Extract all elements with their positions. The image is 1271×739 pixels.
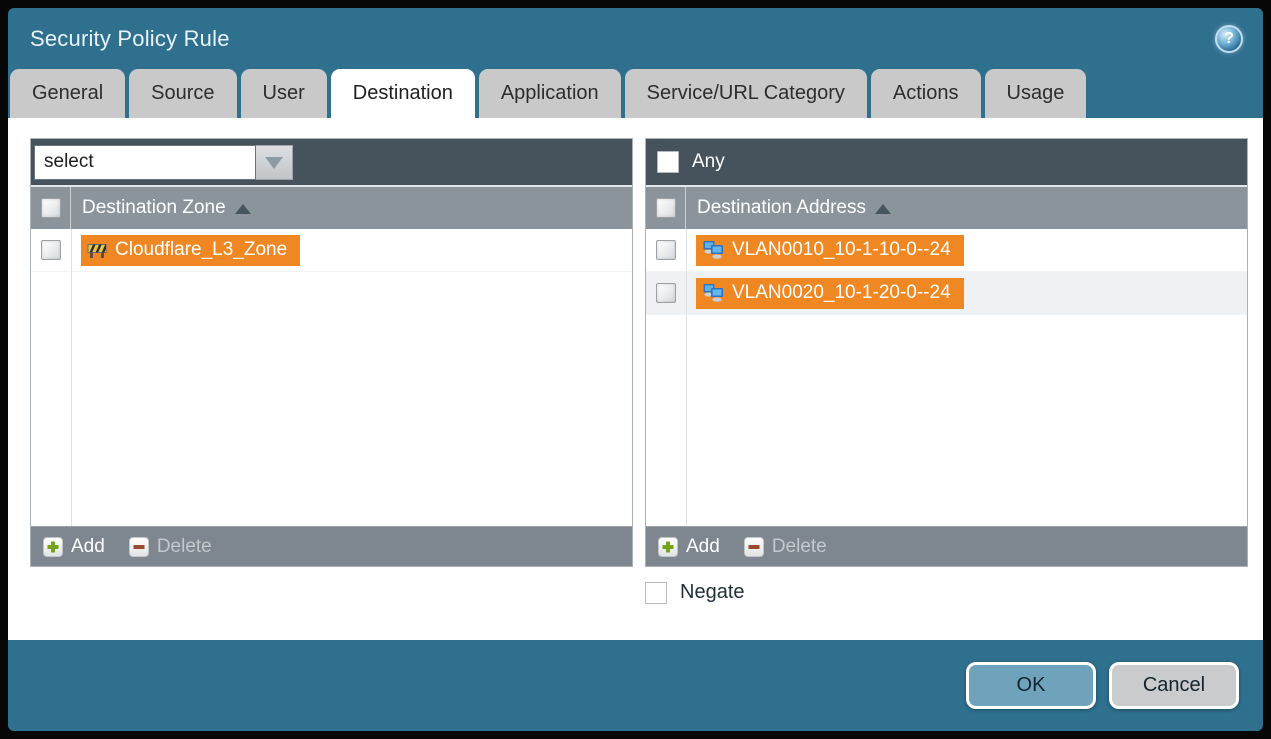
zone-row-checkbox[interactable]: [41, 240, 61, 260]
chevron-down-icon: [265, 157, 283, 178]
table-row: VLAN0020_10-1-20-0--24: [646, 272, 1247, 315]
negate-label: Negate: [680, 581, 745, 604]
destination-tab-content: select Destination Zone: [8, 118, 1263, 640]
tab-general[interactable]: General: [10, 69, 125, 118]
address-footer-toolbar: Add Delete: [646, 526, 1247, 566]
zone-select-all-checkbox[interactable]: [41, 198, 61, 218]
address-entry[interactable]: VLAN0020_10-1-20-0--24: [696, 278, 964, 309]
address-column-header: Destination Address: [646, 185, 1247, 229]
zone-select-input[interactable]: select: [34, 145, 256, 180]
ok-button[interactable]: OK: [966, 662, 1096, 709]
cancel-button[interactable]: Cancel: [1109, 662, 1239, 709]
tab-actions[interactable]: Actions: [871, 69, 981, 118]
negate-row: Negate: [645, 581, 745, 604]
zone-select-dropdown-button[interactable]: [256, 145, 293, 180]
zone-rows: Cloudflare_L3_Zone: [31, 229, 632, 526]
tab-service-url-category[interactable]: Service/URL Category: [625, 69, 867, 118]
zone-column-header: Destination Zone: [31, 185, 632, 229]
any-label: Any: [692, 151, 725, 173]
any-checkbox[interactable]: [657, 151, 679, 173]
zone-icon: [87, 241, 107, 259]
table-row: VLAN0010_10-1-10-0--24: [646, 229, 1247, 272]
table-row: Cloudflare_L3_Zone: [31, 229, 632, 272]
address-column-title[interactable]: Destination Address: [686, 197, 891, 219]
help-icon[interactable]: ?: [1215, 25, 1243, 53]
address-entry[interactable]: VLAN0010_10-1-10-0--24: [696, 235, 964, 266]
address-add-button[interactable]: Add: [658, 536, 720, 558]
tab-application[interactable]: Application: [479, 69, 621, 118]
dialog-title: Security Policy Rule: [30, 26, 230, 52]
zone-footer-toolbar: Add Delete: [31, 526, 632, 566]
address-delete-button[interactable]: Delete: [744, 536, 827, 558]
tab-source[interactable]: Source: [129, 69, 236, 118]
network-icon: [702, 283, 724, 303]
minus-icon: [747, 540, 761, 554]
negate-checkbox[interactable]: [645, 582, 667, 604]
sort-asc-icon: [235, 204, 251, 214]
address-row-checkbox[interactable]: [656, 240, 676, 260]
any-band: Any: [646, 139, 1247, 185]
tab-user[interactable]: User: [241, 69, 327, 118]
titlebar: Security Policy Rule ?: [8, 8, 1263, 69]
zone-entry-label: Cloudflare_L3_Zone: [115, 239, 287, 261]
address-rows: VLAN0010_10-1-10-0--24: [646, 229, 1247, 526]
zone-add-button[interactable]: Add: [43, 536, 105, 558]
address-entry-label: VLAN0020_10-1-20-0--24: [732, 282, 951, 304]
address-entry-label: VLAN0010_10-1-10-0--24: [732, 239, 951, 261]
zone-column-title[interactable]: Destination Zone: [71, 197, 251, 219]
zone-select-band: select: [31, 139, 632, 185]
plus-icon: [46, 540, 60, 554]
network-icon: [702, 240, 724, 260]
destination-address-panel: Any Destination Address: [645, 138, 1248, 567]
address-select-all-checkbox[interactable]: [656, 198, 676, 218]
security-policy-rule-dialog: Security Policy Rule ? General Source Us…: [8, 8, 1263, 731]
zone-delete-button[interactable]: Delete: [129, 536, 212, 558]
tab-usage[interactable]: Usage: [985, 69, 1087, 118]
dialog-footer: OK Cancel: [8, 640, 1263, 731]
plus-icon: [661, 540, 675, 554]
address-row-checkbox[interactable]: [656, 283, 676, 303]
minus-icon: [132, 540, 146, 554]
sort-asc-icon: [875, 204, 891, 214]
destination-zone-panel: select Destination Zone: [30, 138, 633, 567]
tab-bar: General Source User Destination Applicat…: [8, 69, 1263, 118]
zone-entry[interactable]: Cloudflare_L3_Zone: [81, 235, 300, 266]
tab-destination[interactable]: Destination: [331, 69, 475, 118]
